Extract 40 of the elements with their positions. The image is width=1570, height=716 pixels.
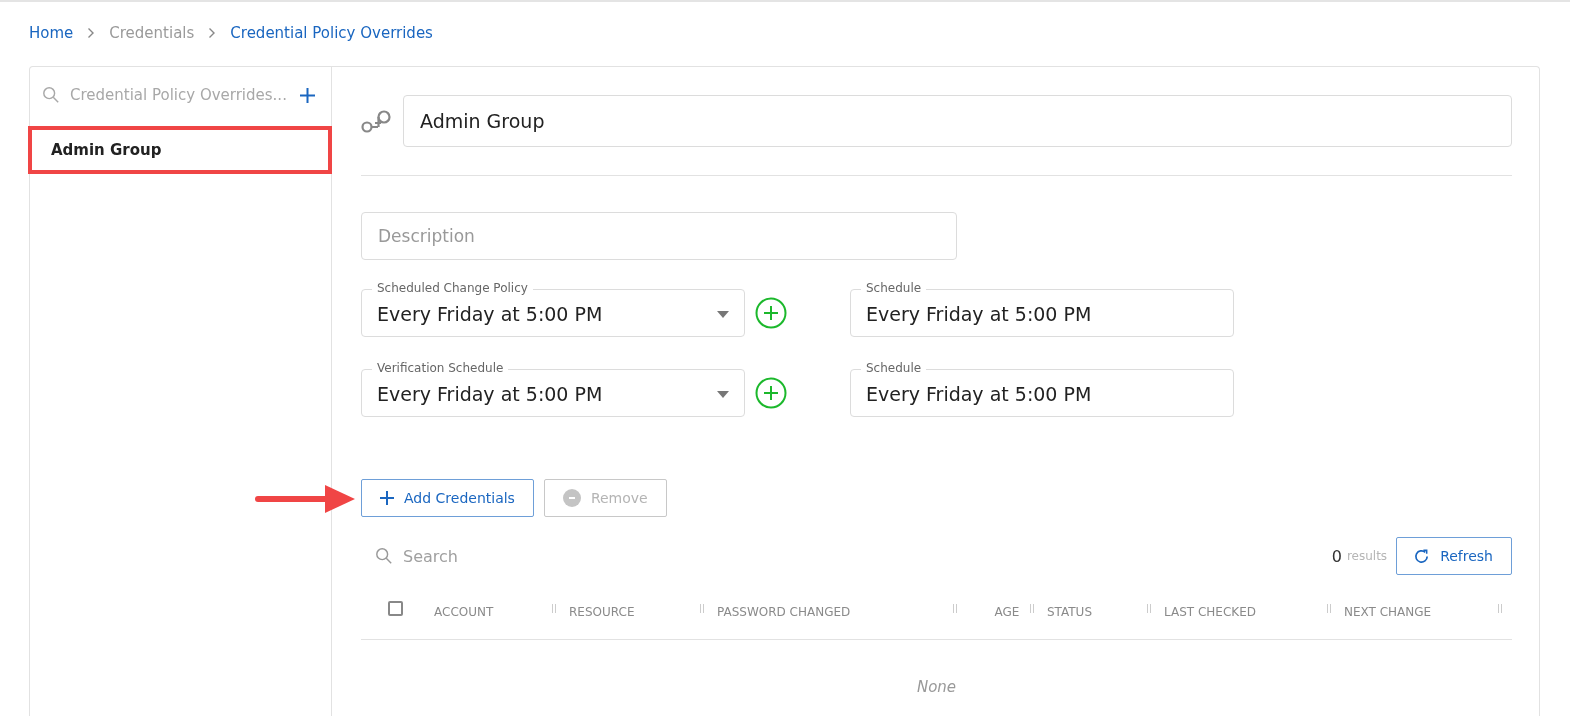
column-header[interactable]: NEXT CHANGE: [1341, 584, 1512, 639]
field-value: Every Friday at 5:00 PM: [866, 383, 1092, 405]
name-field[interactable]: Admin Group: [403, 95, 1512, 147]
sidebar-item[interactable]: Admin Group: [28, 126, 332, 174]
schedule-field[interactable]: Schedule Every Friday at 5:00 PM: [850, 360, 1234, 417]
refresh-icon: [1413, 547, 1431, 565]
column-header[interactable]: RESOURCE: [566, 584, 714, 639]
empty-message: None: [915, 678, 958, 696]
column-header[interactable]: LAST CHECKED: [1161, 584, 1341, 639]
policy-dropdown[interactable]: Verification Schedule Every Friday at 5:00 PM: [361, 360, 745, 417]
plus-icon: [380, 491, 394, 505]
breadcrumb-item: Credentials: [109, 24, 195, 42]
add-icon[interactable]: [755, 297, 787, 329]
column-header[interactable]: AGE: [967, 584, 1044, 639]
column-header[interactable]: ACCOUNT: [431, 584, 566, 639]
select-all-checkbox[interactable]: [388, 601, 403, 616]
add-credentials-button[interactable]: Add Credentials: [361, 479, 534, 517]
column-header[interactable]: STATUS: [1044, 584, 1161, 639]
field-value: Every Friday at 5:00 PM: [866, 303, 1092, 325]
caret-icon: [717, 390, 729, 398]
caret-icon: [717, 310, 729, 318]
search-icon: [42, 86, 60, 104]
chevron-icon: [208, 27, 217, 39]
column-header[interactable]: PASSWORD CHANGED: [714, 584, 967, 639]
add-icon[interactable]: [300, 87, 315, 103]
breadcrumb-link[interactable]: Credential Policy Overrides: [230, 24, 433, 42]
key-icon: [361, 109, 391, 133]
policy-dropdown[interactable]: Scheduled Change Policy Every Friday at 5:00 PM: [361, 280, 745, 337]
chevron-icon: [87, 27, 96, 39]
dropdown-value: Every Friday at 5:00 PM: [377, 383, 603, 405]
field-label: Scheduled Change Policy: [372, 280, 533, 297]
result-count: 0: [1331, 546, 1342, 566]
dropdown-value: Every Friday at 5:00 PM: [377, 303, 603, 325]
add-icon[interactable]: [755, 377, 787, 409]
results-label: results: [1346, 549, 1388, 563]
search-icon: [375, 547, 393, 565]
schedule-field[interactable]: Schedule Every Friday at 5:00 PM: [850, 280, 1234, 337]
minus-circle-icon: [562, 489, 581, 507]
breadcrumb-link[interactable]: Home: [29, 24, 74, 42]
refresh-button[interactable]: Refresh: [1396, 537, 1512, 575]
